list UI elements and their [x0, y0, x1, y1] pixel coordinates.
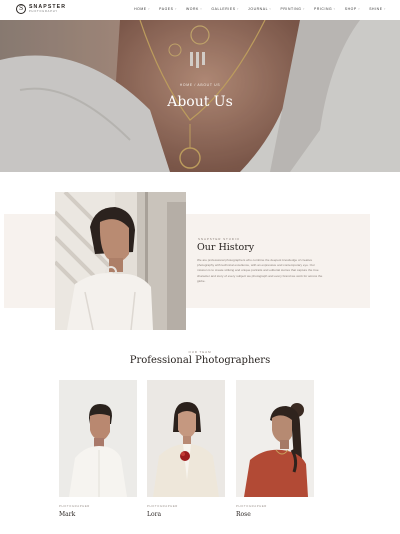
logo-text: SNAPSTER PHOTOGRAPHY	[29, 4, 66, 14]
team-title: Professional Photographers	[129, 355, 271, 366]
card-role: PHOTOGRAPHER	[236, 504, 267, 508]
man-portrait-image	[59, 380, 137, 497]
card-name[interactable]: Rose	[236, 511, 314, 518]
nav-item-pricing[interactable]: PRICING	[314, 7, 336, 11]
history-kicker: SNAPSTER STUDIO	[198, 237, 240, 241]
team-kicker: OUR TEAM	[188, 350, 212, 354]
nav-item-shop[interactable]: SHOP	[345, 7, 360, 11]
brand-tagline: PHOTOGRAPHY	[29, 9, 58, 13]
history-text: We are professional photographers who co…	[197, 258, 323, 283]
site-logo[interactable]: S SNAPSTER PHOTOGRAPHY	[16, 4, 66, 14]
logo-mark-icon: S	[16, 4, 26, 14]
page-title: About Us	[167, 94, 233, 110]
team-card-rose[interactable]: PHOTOGRAPHER Rose	[236, 380, 314, 518]
woman-red-top-portrait-image	[236, 380, 314, 497]
nav-item-work[interactable]: WORK	[186, 7, 202, 11]
hero-banner: HOME / ABOUT US About Us	[0, 20, 400, 172]
woman-portrait-image	[55, 192, 186, 330]
breadcrumb[interactable]: HOME / ABOUT US	[0, 83, 400, 87]
card-role: PHOTOGRAPHER	[59, 504, 90, 508]
card-photo[interactable]	[59, 380, 137, 497]
nav-item-shine[interactable]: SHINE	[369, 7, 386, 11]
card-photo[interactable]	[236, 380, 314, 497]
nav-item-journal[interactable]: JOURNAL	[248, 7, 271, 11]
nav-item-galleries[interactable]: GALLERIES	[211, 7, 239, 11]
nav-item-pages[interactable]: PAGES	[159, 7, 177, 11]
team-card-lora[interactable]: PHOTOGRAPHER Lora	[147, 380, 225, 518]
nav-item-printing[interactable]: PRINTING	[281, 7, 305, 11]
woman-blazer-portrait-image	[147, 380, 225, 497]
history-title: Our History	[197, 242, 255, 253]
card-role: PHOTOGRAPHER	[147, 504, 178, 508]
history-photo	[55, 192, 186, 330]
team-card-mark[interactable]: PHOTOGRAPHER Mark	[59, 380, 137, 518]
main-nav: HOME PAGES WORK GALLERIES JOURNAL PRINTI…	[134, 7, 386, 11]
card-name[interactable]: Lora	[147, 511, 225, 518]
card-name[interactable]: Mark	[59, 511, 137, 518]
nav-item-home[interactable]: HOME	[134, 7, 150, 11]
card-photo[interactable]	[147, 380, 225, 497]
site-header: S SNAPSTER PHOTOGRAPHY HOME PAGES WORK G…	[0, 0, 400, 20]
